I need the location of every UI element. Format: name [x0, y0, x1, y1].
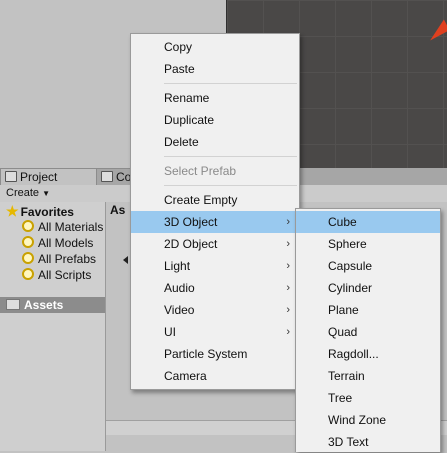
- submenu-item-ragdoll[interactable]: Ragdoll...: [296, 343, 440, 365]
- search-icon: [22, 220, 34, 232]
- submenu-item-terrain[interactable]: Terrain: [296, 365, 440, 387]
- menu-item-delete[interactable]: Delete: [131, 131, 299, 153]
- menu-item-create-empty[interactable]: Create Empty: [131, 189, 299, 211]
- search-icon: [22, 268, 34, 280]
- menu-item-camera[interactable]: Camera: [131, 365, 299, 387]
- star-icon: ★: [6, 203, 19, 219]
- menu-item-copy[interactable]: Copy: [131, 36, 299, 58]
- search-icon: [22, 236, 34, 248]
- favorites-item[interactable]: All Scripts: [22, 267, 91, 283]
- chevron-right-icon: ›: [286, 238, 290, 250]
- folder-icon: [6, 299, 20, 310]
- favorites-item[interactable]: All Models: [22, 235, 93, 251]
- menu-item-ui[interactable]: UI ›: [131, 321, 299, 343]
- chevron-down-icon: ▼: [42, 189, 51, 198]
- submenu-item-quad[interactable]: Quad: [296, 321, 440, 343]
- submenu-item-tree[interactable]: Tree: [296, 387, 440, 409]
- submenu-item-cylinder[interactable]: Cylinder: [296, 277, 440, 299]
- menu-item-audio[interactable]: Audio ›: [131, 277, 299, 299]
- submenu-item-wind-zone[interactable]: Wind Zone: [296, 409, 440, 431]
- menu-item-paste[interactable]: Paste: [131, 58, 299, 80]
- favorites-header[interactable]: ★ Favorites: [6, 203, 74, 219]
- menu-item-2d-object[interactable]: 2D Object ›: [131, 233, 299, 255]
- menu-item-rename[interactable]: Rename: [131, 87, 299, 109]
- assets-folder-row[interactable]: Assets: [0, 297, 105, 313]
- menu-item-particle-system[interactable]: Particle System: [131, 343, 299, 365]
- submenu-item-plane[interactable]: Plane: [296, 299, 440, 321]
- menu-item-video[interactable]: Video ›: [131, 299, 299, 321]
- menu-separator: [164, 83, 297, 84]
- submenu-item-cube[interactable]: Cube: [296, 211, 440, 233]
- chevron-right-icon: ›: [286, 260, 290, 272]
- chevron-right-icon: ›: [286, 216, 290, 228]
- context-menu: Copy Paste Rename Duplicate Delete Selec…: [130, 33, 300, 390]
- menu-item-3d-object[interactable]: 3D Object ›: [131, 211, 299, 233]
- collapse-arrow-icon[interactable]: [123, 256, 128, 264]
- search-icon: [22, 252, 34, 264]
- menu-separator: [164, 156, 297, 157]
- submenu-3d-object: Cube Sphere Capsule Cylinder Plane Quad …: [295, 208, 441, 452]
- chevron-right-icon: ›: [286, 282, 290, 294]
- console-icon: [101, 171, 113, 182]
- menu-item-select-prefab: Select Prefab: [164, 164, 237, 178]
- menu-separator: [164, 185, 297, 186]
- tab-project[interactable]: Project: [0, 168, 102, 186]
- menu-item-light[interactable]: Light ›: [131, 255, 299, 277]
- menu-item-duplicate[interactable]: Duplicate: [131, 109, 299, 131]
- submenu-item-sphere[interactable]: Sphere: [296, 233, 440, 255]
- submenu-item-capsule[interactable]: Capsule: [296, 255, 440, 277]
- favorites-item[interactable]: All Materials: [22, 219, 103, 235]
- create-dropdown-button[interactable]: Create ▼: [2, 186, 54, 201]
- favorites-item[interactable]: All Prefabs: [22, 251, 96, 267]
- chevron-right-icon: ›: [286, 304, 290, 316]
- folder-icon: [5, 171, 17, 182]
- chevron-right-icon: ›: [286, 326, 290, 338]
- submenu-item-3d-text[interactable]: 3D Text: [296, 431, 440, 453]
- breadcrumb[interactable]: As: [110, 203, 125, 217]
